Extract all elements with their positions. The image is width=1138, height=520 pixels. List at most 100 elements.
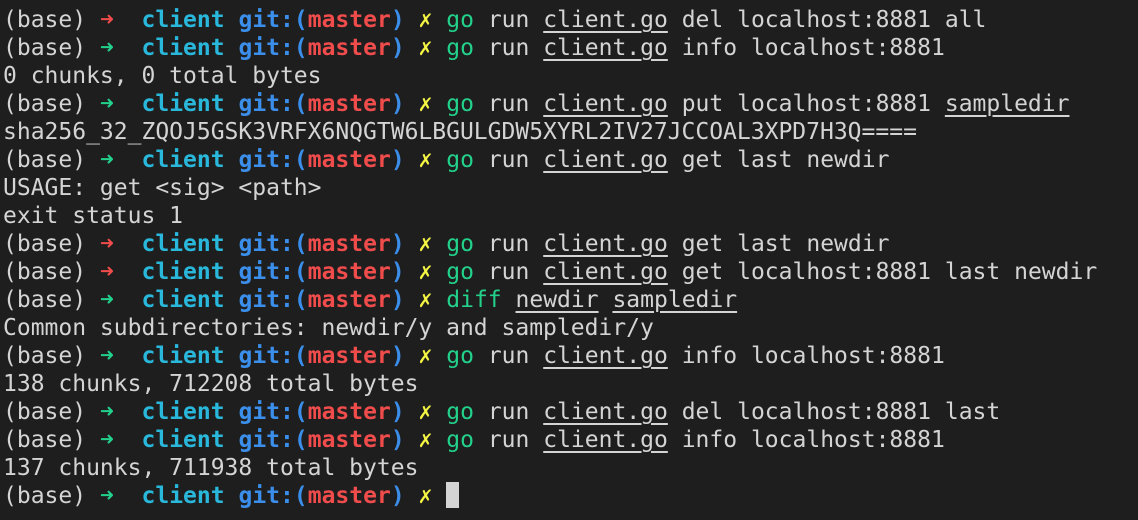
command-name: go — [446, 35, 474, 61]
command-argument: localhost:8881 — [737, 259, 931, 285]
git-dirty-icon: ✗ — [418, 259, 433, 285]
conda-env-label: (base) — [3, 91, 87, 117]
git-branch: master — [307, 287, 391, 313]
terminal-output: exit status 1(base) ➜ client git:(master… — [3, 0, 1097, 510]
command-argument: localhost:8881 — [750, 343, 945, 369]
output-text: Common subdirectories: newdir/y and samp… — [3, 315, 654, 341]
git-label-close: ) — [390, 483, 405, 509]
output-text: USAGE: get <sig> <path> — [3, 175, 322, 201]
output-text: 138 chunks, 712208 total bytes — [3, 371, 419, 397]
prompt-line: (base) ➜ client git:(master) ✗ diff newd… — [3, 286, 1097, 314]
current-directory: client — [141, 483, 225, 509]
command-argument: client.go — [543, 399, 668, 425]
prompt-arrow-icon: ➜ — [99, 287, 114, 313]
command-name: go — [446, 231, 474, 257]
command-argument: all — [944, 7, 987, 33]
git-label-close: ) — [390, 7, 405, 33]
git-dirty-icon: ✗ — [418, 231, 433, 257]
current-directory: client — [141, 231, 225, 257]
current-directory: client — [141, 343, 225, 369]
git-dirty-icon: ✗ — [418, 287, 433, 313]
current-directory: client — [141, 7, 225, 33]
output-text: sha256_32_ZQOJ5GSK3VRFX6NQGTW6LBGULGDW5X… — [3, 119, 917, 145]
command-argument: newdir — [515, 287, 599, 313]
git-label-close: ) — [390, 399, 405, 425]
prompt-line: (base) ➜ client git:(master) ✗ go run cl… — [3, 258, 1097, 286]
git-label: git:( — [238, 91, 308, 117]
command-argument: client.go — [543, 91, 668, 117]
output-line: 138 chunks, 712208 total bytes — [3, 370, 1097, 398]
current-directory: client — [141, 147, 225, 173]
conda-env-label: (base) — [3, 343, 87, 369]
current-directory: client — [141, 427, 225, 453]
output-line: 137 chunks, 711938 total bytes — [3, 454, 1097, 482]
prompt-line: (base) ➜ client git:(master) ✗ go run cl… — [3, 34, 1097, 62]
command-argument: newdir — [806, 147, 890, 173]
prompt-line: (base) ➜ client git:(master) ✗ go run cl… — [3, 146, 1097, 174]
command-argument: newdir — [806, 231, 890, 257]
command-argument: last — [944, 259, 1001, 285]
git-label: git:( — [238, 35, 308, 61]
prompt-arrow-icon: ➜ — [99, 91, 114, 117]
output-text: 0 chunks, 0 total bytes — [3, 63, 322, 89]
prompt-arrow-icon: ➜ — [99, 483, 114, 509]
git-label: git:( — [238, 231, 308, 257]
command-argument: client.go — [543, 7, 668, 33]
command-name: diff — [446, 287, 502, 313]
command-argument: run — [487, 231, 530, 257]
command-argument: client.go — [543, 147, 668, 173]
command-argument: run — [487, 259, 530, 285]
conda-env-label: (base) — [3, 147, 87, 173]
git-label-close: ) — [390, 287, 405, 313]
git-branch: master — [307, 483, 391, 509]
git-label-close: ) — [390, 91, 405, 117]
command-argument: run — [487, 399, 530, 425]
conda-env-label: (base) — [3, 35, 87, 61]
command-name: go — [446, 427, 474, 453]
output-text: exit status 1 — [3, 203, 184, 229]
output-line: USAGE: get <sig> <path> — [3, 174, 1097, 202]
git-label: git:( — [238, 7, 308, 33]
prompt-arrow-icon: ➜ — [99, 343, 114, 369]
git-dirty-icon: ✗ — [418, 7, 433, 33]
prompt-arrow-icon: ➜ — [99, 399, 114, 425]
command-name: go — [446, 91, 474, 117]
output-line: 0 chunks, 0 total bytes — [3, 62, 1097, 90]
conda-env-label: (base) — [3, 7, 87, 33]
git-label: git:( — [238, 259, 308, 285]
command-argument: info — [681, 427, 738, 453]
git-label: git:( — [238, 287, 308, 313]
git-branch: master — [307, 399, 391, 425]
git-dirty-icon: ✗ — [418, 483, 433, 509]
command-argument: run — [487, 343, 530, 369]
command-argument: run — [487, 35, 530, 61]
git-label: git:( — [238, 427, 308, 453]
command-argument: run — [487, 147, 530, 173]
output-line: exit status 1 — [3, 202, 1097, 230]
command-name: go — [446, 259, 474, 285]
prompt-line: (base) ➜ client git:(master) ✗ go run cl… — [3, 426, 1097, 454]
conda-env-label: (base) — [3, 231, 87, 257]
command-argument: sampledir — [612, 287, 738, 313]
output-line: sha256_32_ZQOJ5GSK3VRFX6NQGTW6LBGULGDW5X… — [3, 118, 1097, 146]
command-argument: client.go — [543, 427, 668, 453]
command-name: go — [446, 399, 474, 425]
command-argument: run — [487, 7, 530, 33]
git-label-close: ) — [390, 343, 405, 369]
command-argument: last — [737, 147, 793, 173]
command-argument: localhost:8881 — [737, 91, 931, 117]
command-argument: info — [681, 35, 738, 61]
command-argument: client.go — [543, 343, 668, 369]
text-cursor[interactable] — [446, 482, 460, 508]
command-name: go — [446, 147, 474, 173]
terminal-window[interactable]: exit status 1(base) ➜ client git:(master… — [0, 0, 1138, 520]
command-argument: localhost:8881 — [750, 35, 945, 61]
git-dirty-icon: ✗ — [418, 35, 433, 61]
git-dirty-icon: ✗ — [418, 427, 433, 453]
git-label-close: ) — [390, 231, 405, 257]
git-label: git:( — [238, 483, 308, 509]
current-directory: client — [141, 91, 225, 117]
command-argument: sampledir — [944, 91, 1070, 117]
git-branch: master — [307, 35, 391, 61]
command-argument: del — [681, 7, 724, 33]
